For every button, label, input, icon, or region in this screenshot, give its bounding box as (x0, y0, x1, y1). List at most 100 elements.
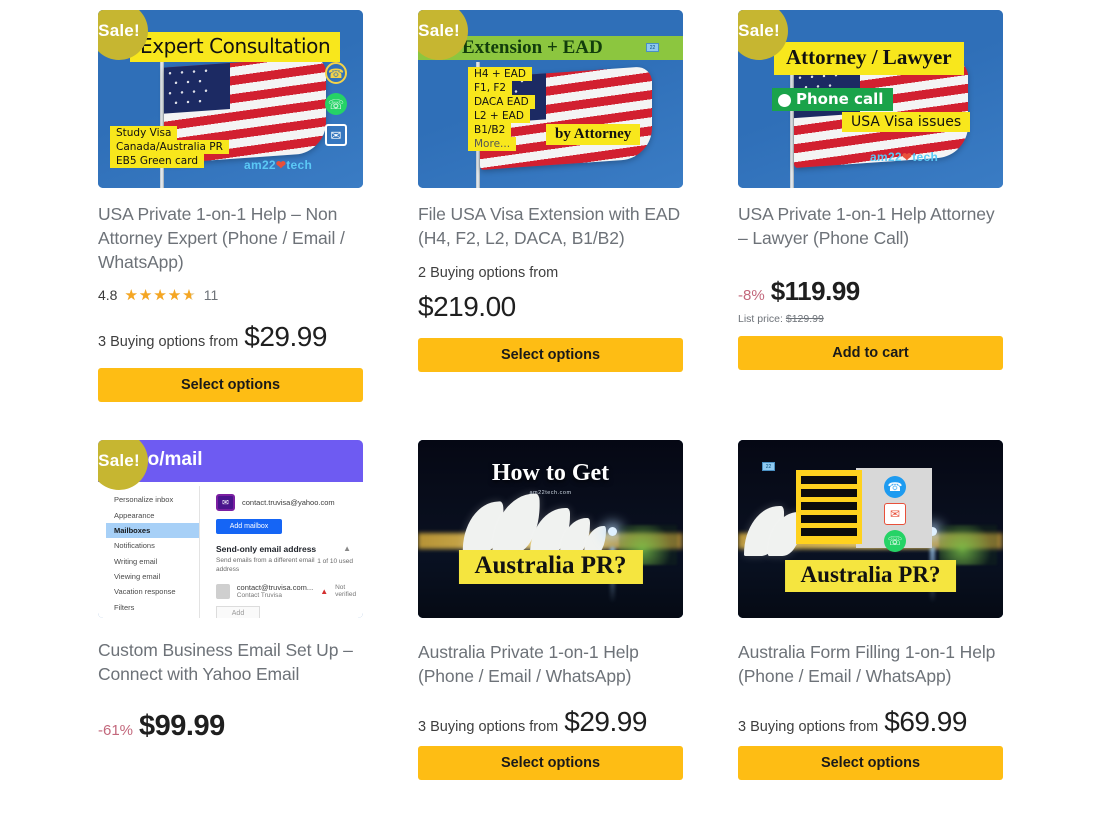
image-headline: How to Get (491, 460, 610, 486)
product-price: $29.99 (244, 321, 327, 353)
select-options-button[interactable]: Select options (418, 746, 683, 781)
product-title[interactable]: Custom Business Email Set Up – Connect w… (98, 638, 363, 686)
image-banner-text: Attorney / Lawyer (774, 42, 964, 75)
select-options-button[interactable]: Select options (98, 368, 363, 403)
email-icon: ✉ (325, 124, 347, 146)
list-price-label: List price: (738, 313, 783, 326)
price-row: $219.00 (418, 291, 683, 323)
sydney-opera-house-photo: 22 ☎ ✉ ☏ Australia PR? (738, 440, 1003, 618)
image-tag: B1/B2 (468, 123, 512, 137)
buying-options-label: 3 Buying options from (418, 719, 559, 736)
buying-options-label: 3 Buying options from (738, 719, 879, 736)
sidebar-item-mailboxes[interactable]: Mailboxes (106, 522, 199, 539)
buying-options-label: 3 Buying options from (98, 334, 239, 351)
product-title[interactable]: USA Private 1-on-1 Help Attorney – Lawye… (738, 202, 1003, 250)
form-line (801, 489, 857, 497)
form-line (801, 476, 857, 484)
product-card: Expert Consultation Study Visa Canada/Au… (98, 10, 363, 403)
phone-icon: ☎ (884, 476, 906, 498)
email-icon: ✉ (884, 503, 906, 525)
product-card: oo/mail Personalize inbox Appearance Mai… (98, 440, 363, 743)
product-title[interactable]: Australia Form Filling 1-on-1 Help (Phon… (738, 640, 1003, 688)
sidebar-item[interactable]: Security and privacy (106, 615, 199, 618)
brand-watermark: am22❤tech (870, 150, 938, 164)
product-image-australia-private-help[interactable]: How to Get am22tech.com Australia PR? (418, 440, 683, 618)
image-tag: L2 + EAD (468, 109, 530, 123)
video-badge-icon: 22 (762, 462, 775, 471)
product-price: $99.99 (139, 710, 225, 743)
image-tag: DACA EAD (468, 95, 535, 109)
sidebar-item[interactable]: Notifications (106, 538, 199, 553)
product-card: Attorney / Lawyer Phone call USA Visa is… (738, 10, 1003, 371)
brand-name: am22 (244, 158, 276, 172)
price-row: 3 Buying options from $69.99 (738, 706, 1003, 738)
brand-suffix: tech (912, 150, 939, 164)
image-tag: EB5 Green card (110, 154, 204, 168)
product-grid: Expert Consultation Study Visa Canada/Au… (0, 0, 1110, 815)
product-card: Extension + EAD 22 H4 + EAD F1, F2 DACA … (418, 10, 683, 373)
product-image-australia-form-filling-help[interactable]: 22 ☎ ✉ ☏ Australia PR? (738, 440, 1003, 618)
phone-icon: ☎ (325, 62, 347, 84)
add-mailbox-button[interactable]: Add mailbox (216, 519, 282, 534)
list-price-value: $129.99 (785, 313, 824, 326)
account-email: contact.truvisa@yahoo.com (242, 498, 335, 507)
sydney-opera-house-photo: How to Get am22tech.com Australia PR? (418, 440, 683, 618)
discount-badge: -61% (98, 722, 134, 740)
rating-count: 11 (203, 287, 219, 304)
image-watermark: am22tech.com (529, 490, 572, 496)
account-row: ✉ contact.truvisa@yahoo.com (216, 494, 359, 511)
product-image-usa-private-non-attorney[interactable]: Expert Consultation Study Visa Canada/Au… (98, 10, 363, 188)
product-price: $119.99 (770, 276, 861, 307)
product-card: 22 ☎ ✉ ☏ Australia PR? Australia Form Fi… (738, 440, 1003, 781)
product-title[interactable]: USA Private 1-on-1 Help – Non Attorney E… (98, 202, 363, 274)
image-tag: F1, F2 (468, 81, 513, 95)
product-image-file-usa-visa-extension[interactable]: Extension + EAD 22 H4 + EAD F1, F2 DACA … (418, 10, 683, 188)
image-banner-text: Australia PR? (458, 550, 643, 584)
section-description: Send emails from a different email addre… (216, 557, 315, 574)
video-badge-icon: 22 (646, 43, 659, 52)
rating-value: 4.8 (98, 287, 118, 304)
stars-filled: ★★★★★ (124, 287, 191, 303)
add-to-cart-button[interactable]: Add to cart (738, 336, 1003, 371)
image-tag: USA Visa issues (842, 112, 971, 132)
product-price: $219.00 (418, 291, 516, 323)
secondary-name: Contact Truvisa (236, 592, 282, 600)
product-rating: 4.8 ★★★★★ ★★★★★ 11 (98, 287, 363, 303)
avatar (216, 583, 230, 599)
add-button[interactable]: Add (216, 606, 260, 618)
product-image-usa-private-attorney-lawyer[interactable]: Attorney / Lawyer Phone call USA Visa is… (738, 10, 1003, 188)
form-line (801, 528, 857, 536)
whatsapp-icon: ☏ (884, 530, 906, 552)
image-tag: Study Visa (110, 126, 178, 140)
select-options-button[interactable]: Select options (418, 338, 683, 373)
contact-icons: ☎ ☏ ✉ (325, 62, 347, 155)
product-image-custom-business-email-yahoo[interactable]: oo/mail Personalize inbox Appearance Mai… (98, 440, 363, 618)
discount-badge: -8% (738, 287, 765, 305)
warning-icon: ▲ (320, 586, 329, 596)
secondary-email: contact@truvisa.com... (236, 583, 314, 593)
brand-name: am22 (870, 150, 902, 164)
sidebar-item[interactable]: Vacation response (106, 584, 199, 599)
list-price: List price: $129.99 (738, 313, 1003, 325)
form-checklist-icon (796, 470, 862, 544)
sidebar-item[interactable]: Filters (106, 600, 199, 615)
sidebar-item[interactable]: Appearance (106, 507, 199, 522)
image-tag: Canada/Australia PR (110, 140, 229, 154)
price-row: -8% $119.99 (738, 276, 1003, 307)
product-title[interactable]: Australia Private 1-on-1 Help (Phone / E… (418, 640, 683, 688)
sidebar-item[interactable]: Personalize inbox (106, 492, 199, 507)
image-banner-text: Extension + EAD (462, 37, 603, 58)
select-options-button[interactable]: Select options (738, 746, 1003, 781)
heart-icon: ❤ (275, 158, 287, 172)
product-title[interactable]: File USA Visa Extension with EAD (H4, F2… (418, 202, 683, 250)
whatsapp-icon: ☏ (325, 93, 347, 115)
chevron-up-icon[interactable]: ▲ (343, 544, 351, 553)
sidebar-item[interactable]: Writing email (106, 554, 199, 569)
sidebar-item[interactable]: Viewing email (106, 569, 199, 584)
not-verified-label: Not verified (335, 584, 357, 599)
mail-envelope-icon: ✉ (216, 494, 235, 511)
buying-options-row: 2 Buying options from (418, 265, 683, 281)
heart-icon: ❤ (901, 150, 913, 164)
form-line (801, 502, 857, 510)
yahoo-settings-sidebar: Personalize inbox Appearance Mailboxes N… (106, 486, 200, 618)
